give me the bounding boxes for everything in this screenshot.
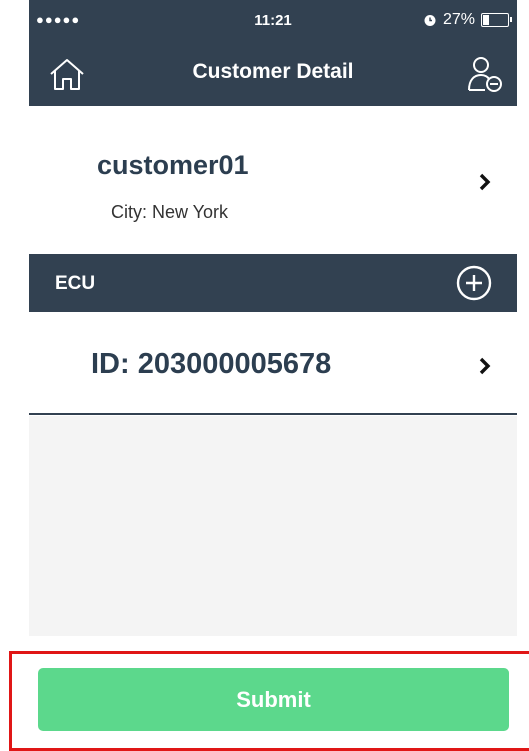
battery-icon: [481, 13, 512, 27]
customer-name: customer01: [97, 150, 249, 180]
ecu-id: ID: 203000005678: [91, 348, 332, 380]
add-circle-icon[interactable]: [455, 264, 493, 302]
battery-percent: 27%: [442, 11, 475, 28]
alarm-icon: [424, 15, 436, 26]
chevron-right-icon: [479, 173, 491, 191]
nav-bar: Customer Detail: [29, 42, 517, 106]
user-remove-icon[interactable]: [465, 54, 505, 94]
status-bar: ●●●●● 11:21 27%: [29, 0, 517, 42]
ecu-row[interactable]: ID: 203000005678: [29, 312, 517, 415]
customer-row[interactable]: customer01 City: New York: [29, 106, 517, 254]
submit-button[interactable]: Submit: [38, 668, 509, 731]
ecu-section-header: ECU: [29, 254, 517, 312]
customer-city: City: New York: [111, 202, 229, 222]
status-right: 27%: [423, 11, 512, 29]
section-label: ECU: [55, 273, 96, 294]
page-title: Customer Detail: [192, 60, 354, 83]
empty-list-area: [29, 416, 517, 636]
app-screen: ●●●●● 11:21 27% Customer Detail customer…: [29, 0, 517, 737]
chevron-right-icon: [479, 357, 491, 375]
